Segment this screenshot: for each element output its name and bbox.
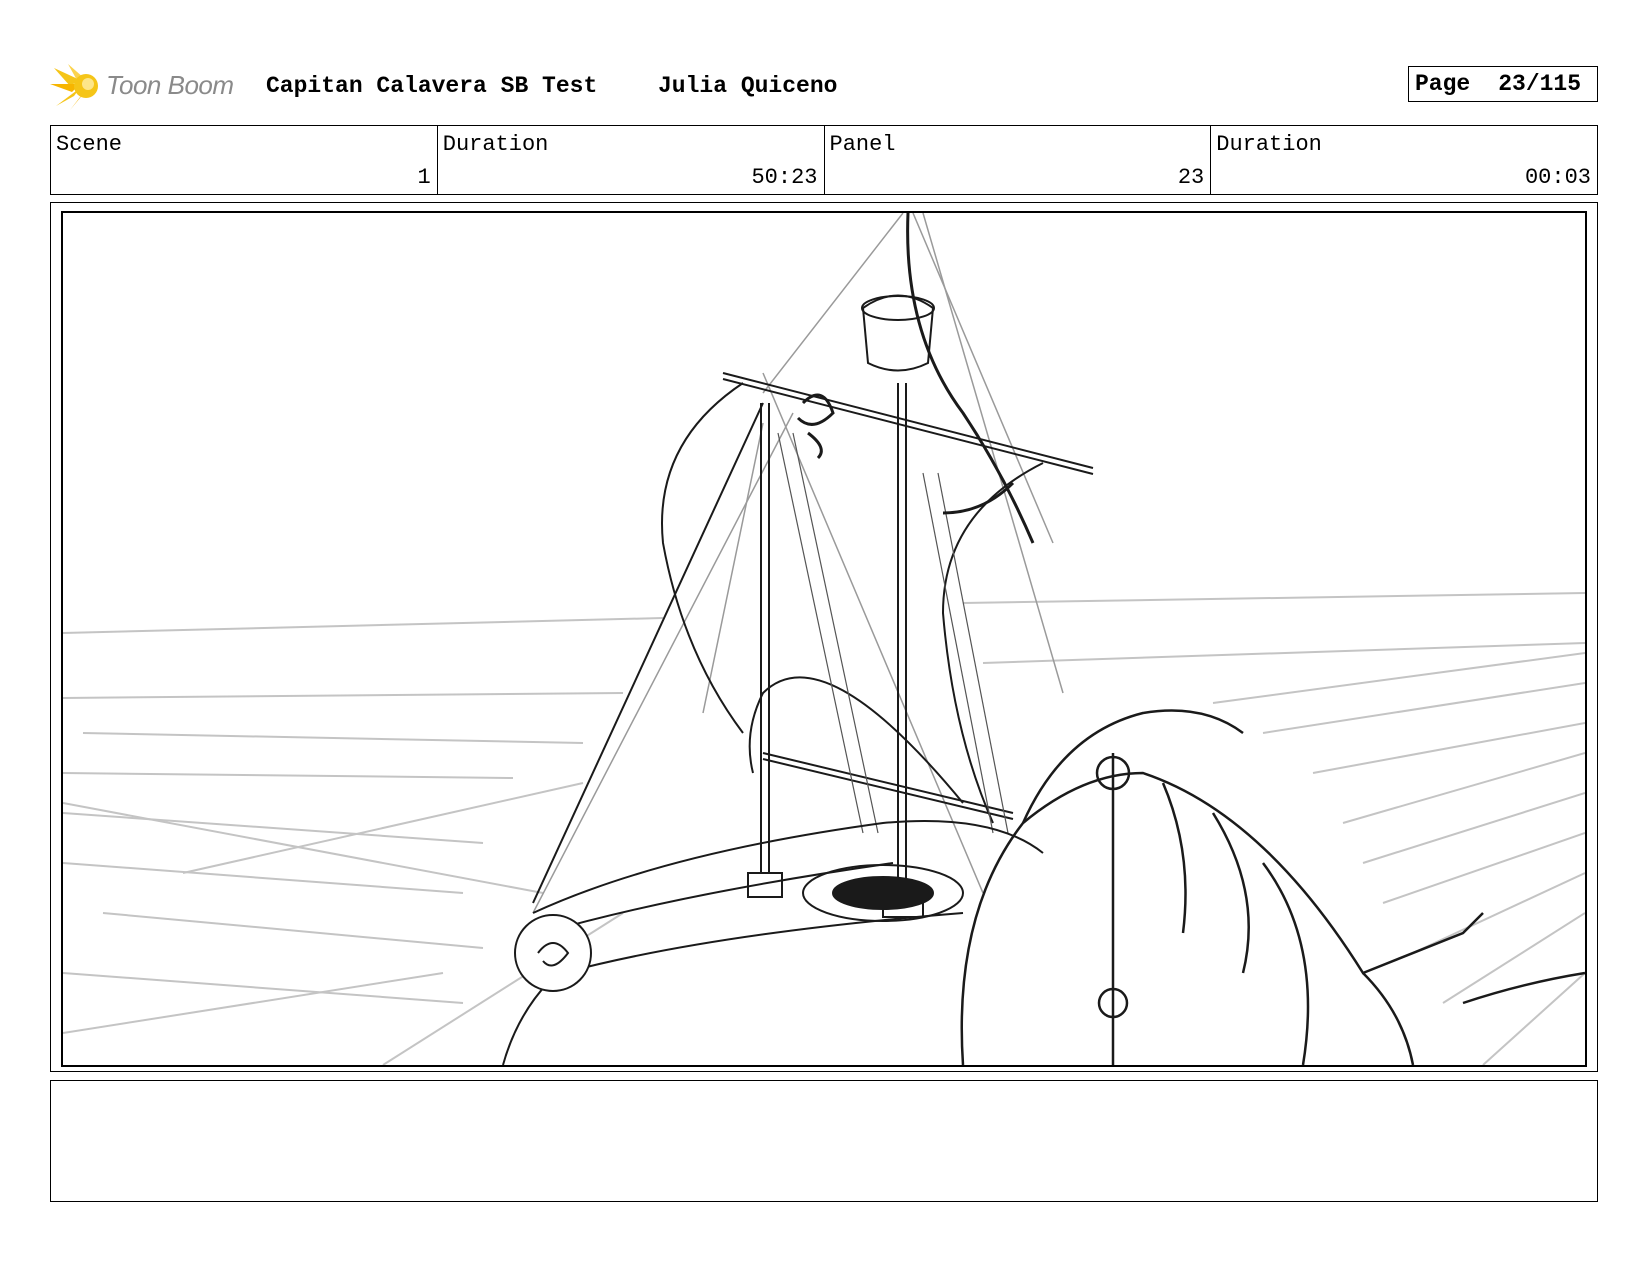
panel-duration-label: Duration bbox=[1216, 132, 1322, 157]
sails bbox=[532, 382, 1044, 904]
scene-value: 1 bbox=[417, 165, 431, 190]
starburst-icon bbox=[50, 64, 98, 110]
page-label: Page bbox=[1415, 71, 1471, 97]
panel-duration-cell: Duration 00:03 bbox=[1211, 126, 1597, 194]
project-title: Capitan Calavera SB Test bbox=[266, 73, 598, 99]
scene-cell: Scene 1 bbox=[51, 126, 438, 194]
page-number: 23/115 bbox=[1498, 71, 1582, 97]
rigging-lines bbox=[532, 213, 1064, 914]
toon-boom-logo: Toon Boom bbox=[50, 62, 250, 112]
storyboard-header: Toon Boom Capitan Calavera SB Test Julia… bbox=[50, 62, 1598, 112]
panel-cell: Panel 23 bbox=[825, 126, 1212, 194]
logo-text: Toon Boom bbox=[106, 70, 234, 100]
storyboard-panel-image bbox=[61, 211, 1587, 1067]
author-name: Julia Quiceno bbox=[658, 73, 838, 99]
scene-duration-value: 50:23 bbox=[751, 165, 818, 190]
panel-frame bbox=[50, 202, 1598, 1072]
panel-value: 23 bbox=[1177, 165, 1205, 190]
scene-label: Scene bbox=[56, 132, 123, 157]
panel-notes-box bbox=[50, 1080, 1598, 1202]
panel-duration-value: 00:03 bbox=[1524, 165, 1591, 190]
sea-creature-sketch bbox=[960, 709, 1585, 1065]
panel-label: Panel bbox=[829, 132, 896, 157]
scene-duration-label: Duration bbox=[442, 132, 549, 157]
page-indicator: Page 23/115 bbox=[1408, 66, 1598, 102]
scene-duration-cell: Duration 50:23 bbox=[438, 126, 825, 194]
panel-info-table: Scene 1 Duration 50:23 Panel 23 Duration… bbox=[50, 125, 1598, 195]
perspective-guides bbox=[63, 592, 1585, 1065]
ship-sketch-drawing bbox=[63, 213, 1585, 1065]
